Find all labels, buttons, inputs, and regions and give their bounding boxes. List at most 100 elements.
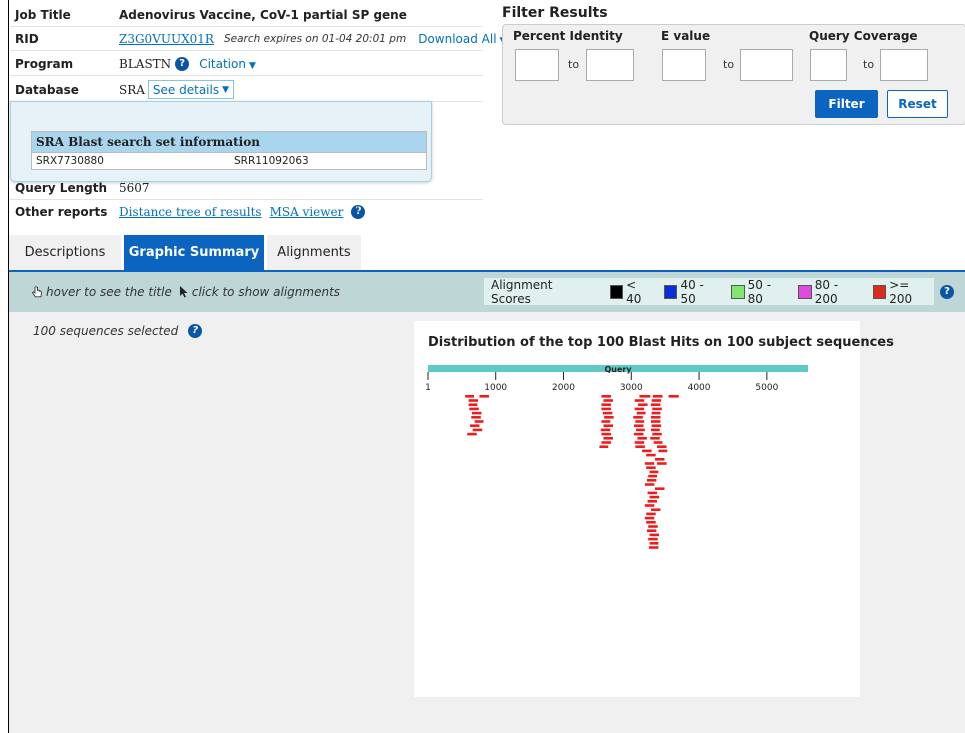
blast-hit-bar[interactable] xyxy=(603,437,613,440)
blast-hit-bar[interactable] xyxy=(646,512,656,516)
blast-hit-bar[interactable] xyxy=(633,424,644,427)
blast-hit-bar[interactable] xyxy=(644,504,655,507)
blast-hit-bar[interactable] xyxy=(634,441,645,444)
blast-hit-bar[interactable] xyxy=(657,445,667,448)
blast-hit-bar[interactable] xyxy=(468,399,479,402)
help-icon[interactable]: ? xyxy=(175,56,190,71)
blast-hit-bar[interactable] xyxy=(604,416,614,419)
blast-hit-bar[interactable] xyxy=(650,420,661,423)
percent-identity-max-input[interactable] xyxy=(586,49,634,81)
blast-hit-bar[interactable] xyxy=(467,432,477,436)
blast-hit-bar[interactable] xyxy=(472,428,483,432)
blast-hit-bar[interactable] xyxy=(651,411,661,415)
blast-hit-bar[interactable] xyxy=(465,395,475,398)
blast-hit-bar[interactable] xyxy=(648,537,658,541)
blast-hit-bar[interactable] xyxy=(601,441,611,444)
blast-hit-bar[interactable] xyxy=(649,533,660,537)
blast-hit-bar[interactable] xyxy=(655,487,665,490)
blast-hit-bar[interactable] xyxy=(647,500,658,503)
blast-hit-bar[interactable] xyxy=(601,420,611,423)
blast-hit-bar[interactable] xyxy=(649,495,660,499)
blast-hit-bar[interactable] xyxy=(469,424,480,427)
blast-hit-bar[interactable] xyxy=(471,416,481,419)
blast-hit-bar[interactable] xyxy=(637,437,647,440)
blast-hit-bar[interactable] xyxy=(648,474,658,478)
hits-svg: Query 1 1000 2000 3000 4000 5000 xyxy=(425,365,808,549)
blast-hit-bar[interactable] xyxy=(636,411,646,415)
blast-hit-bar[interactable] xyxy=(479,395,489,398)
blast-hit-bar[interactable] xyxy=(634,407,645,411)
help-icon[interactable]: ? xyxy=(188,324,203,338)
evalue-max-input[interactable] xyxy=(740,49,793,81)
blast-hit-bar[interactable] xyxy=(646,466,656,469)
msa-viewer-link[interactable]: MSA viewer xyxy=(270,205,344,219)
blast-hit-bar[interactable] xyxy=(650,428,660,432)
blast-hit-bar[interactable] xyxy=(601,407,611,411)
tab-descriptions[interactable]: Descriptions xyxy=(9,235,121,270)
blast-hit-bar[interactable] xyxy=(635,420,645,423)
filter-button[interactable]: Filter xyxy=(815,90,878,118)
blast-hit-bar[interactable] xyxy=(633,416,643,419)
query-coverage-min-input[interactable] xyxy=(810,49,847,81)
reset-button[interactable]: Reset xyxy=(887,90,948,118)
blast-hit-bar[interactable] xyxy=(601,432,611,436)
blast-hit-bar[interactable] xyxy=(653,441,663,444)
blast-hit-bar[interactable] xyxy=(646,479,657,482)
blast-hit-bar[interactable] xyxy=(603,399,613,402)
blast-hit-bar[interactable] xyxy=(648,546,659,549)
download-all-button[interactable]: Download All▼ xyxy=(418,32,506,46)
blast-hit-bar[interactable] xyxy=(638,403,648,406)
blast-hit-bar[interactable] xyxy=(644,462,655,465)
blast-hit-bar[interactable] xyxy=(657,462,667,465)
percent-identity-min-input[interactable] xyxy=(515,49,559,81)
blast-hit-bar[interactable] xyxy=(644,516,655,520)
blast-hit-bar[interactable] xyxy=(603,424,613,427)
blast-hit-bar[interactable] xyxy=(636,428,645,432)
blast-hit-bar[interactable] xyxy=(649,470,659,474)
query-length-row: Query Length 5607 xyxy=(9,176,483,200)
blast-hit-bar[interactable] xyxy=(650,508,661,511)
blast-hit-bar[interactable] xyxy=(651,424,662,427)
blast-hit-bar[interactable] xyxy=(650,437,660,440)
blast-hit-bar[interactable] xyxy=(469,407,479,411)
blast-hit-bar[interactable] xyxy=(633,432,644,436)
blast-hit-bar[interactable] xyxy=(649,542,659,545)
blast-hit-bar[interactable] xyxy=(468,403,478,406)
tab-alignments[interactable]: Alignments xyxy=(267,235,361,270)
blast-hit-bar[interactable] xyxy=(601,403,611,406)
blast-hit-bar[interactable] xyxy=(600,428,611,432)
blast-hit-bar[interactable] xyxy=(651,399,662,402)
citation-button[interactable]: Citation ▼ xyxy=(199,57,256,71)
blast-hit-bar[interactable] xyxy=(639,395,651,398)
blast-hit-bar[interactable] xyxy=(650,416,661,419)
blast-hit-bar[interactable] xyxy=(599,445,609,448)
blast-hit-bar[interactable] xyxy=(471,411,482,415)
blast-hit-bar[interactable] xyxy=(474,420,484,423)
blast-hit-bar[interactable] xyxy=(652,407,662,411)
see-details-button[interactable]: See details ▼ xyxy=(147,80,235,99)
query-coverage-max-input[interactable] xyxy=(880,49,928,81)
blast-hit-bar[interactable] xyxy=(648,525,658,528)
blast-hit-bar[interactable] xyxy=(642,449,652,453)
blast-hit-bar[interactable] xyxy=(644,483,655,486)
blast-hit-bar[interactable] xyxy=(646,453,656,457)
blast-hit-bar[interactable] xyxy=(646,521,656,524)
blast-hit-bar[interactable] xyxy=(646,529,657,532)
blast-hit-bar[interactable] xyxy=(658,449,668,453)
blast-hit-bar[interactable] xyxy=(652,395,663,398)
blast-hit-bar[interactable] xyxy=(668,395,679,398)
blast-hit-bar[interactable] xyxy=(601,395,611,398)
blast-hit-bar[interactable] xyxy=(647,491,658,495)
distance-tree-link[interactable]: Distance tree of results xyxy=(119,205,262,219)
evalue-min-input[interactable] xyxy=(662,49,706,81)
blast-hit-bar[interactable] xyxy=(634,399,645,402)
tab-graphic-summary[interactable]: Graphic Summary xyxy=(124,235,264,270)
blast-hit-bar[interactable] xyxy=(635,445,645,448)
help-icon[interactable]: ? xyxy=(940,285,954,299)
blast-hit-bar[interactable] xyxy=(602,411,613,415)
help-icon[interactable]: ? xyxy=(351,204,366,219)
blast-hit-bar[interactable] xyxy=(650,403,661,406)
blast-hit-bar[interactable] xyxy=(655,458,665,461)
blast-hit-bar[interactable] xyxy=(652,432,662,436)
rid-link[interactable]: Z3G0VUUX01R xyxy=(119,32,214,46)
